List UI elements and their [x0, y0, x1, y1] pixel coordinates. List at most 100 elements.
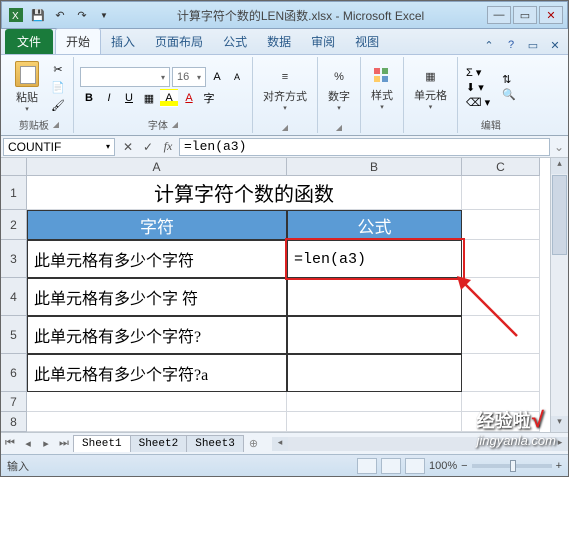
cell-b2[interactable]: 公式	[287, 210, 462, 240]
qat-dropdown-icon[interactable]: ▼	[94, 5, 114, 25]
scroll-down-icon[interactable]: ▾	[551, 416, 568, 432]
tab-insert[interactable]: 插入	[101, 29, 145, 54]
border-button[interactable]: ▦	[140, 89, 158, 107]
dialog-launcher-icon[interactable]: ◢	[336, 123, 342, 132]
row-header[interactable]: 8	[1, 412, 27, 432]
cell[interactable]	[462, 240, 540, 278]
cell[interactable]	[462, 278, 540, 316]
fill-color-button[interactable]: A	[160, 89, 178, 107]
zoom-in-icon[interactable]: +	[556, 460, 562, 472]
select-all-corner[interactable]	[1, 158, 27, 176]
phonetic-icon[interactable]: 字	[200, 89, 218, 107]
zoom-slider[interactable]	[472, 464, 552, 468]
col-header-a[interactable]: A	[27, 158, 287, 176]
window-options-icon[interactable]: ▭	[524, 36, 542, 54]
excel-icon[interactable]: X	[6, 5, 26, 25]
expand-formula-bar-icon[interactable]: ⌄	[550, 140, 568, 154]
vertical-scrollbar[interactable]: ▴ ▾	[550, 158, 568, 432]
row-header[interactable]: 5	[1, 316, 27, 354]
page-layout-view-icon[interactable]	[381, 458, 401, 474]
cell[interactable]	[287, 392, 462, 412]
col-header-c[interactable]: C	[462, 158, 540, 176]
new-sheet-icon[interactable]: ⊕	[243, 437, 264, 450]
row-header[interactable]: 1	[1, 176, 27, 210]
paste-button[interactable]: 粘贴 ▾	[11, 59, 43, 115]
row-header[interactable]: 2	[1, 210, 27, 240]
dialog-launcher-icon[interactable]: ◢	[53, 120, 59, 129]
cell-a4[interactable]: 此单元格有多少个字 符	[27, 278, 287, 316]
find-select-button[interactable]: 🔍	[502, 88, 516, 101]
enter-formula-icon[interactable]: ✓	[139, 138, 157, 156]
undo-icon[interactable]: ↶	[50, 5, 70, 25]
last-sheet-icon[interactable]: ⏭	[55, 437, 73, 450]
row-header[interactable]: 4	[1, 278, 27, 316]
row-header[interactable]: 6	[1, 354, 27, 392]
cell[interactable]	[462, 210, 540, 240]
cell-a3[interactable]: 此单元格有多少个字符	[27, 240, 287, 278]
zoom-out-icon[interactable]: −	[461, 460, 467, 472]
font-name-combo[interactable]: ▾	[80, 67, 170, 87]
first-sheet-icon[interactable]: ⏮	[1, 437, 19, 450]
fx-icon[interactable]: fx	[159, 138, 177, 156]
normal-view-icon[interactable]	[357, 458, 377, 474]
row-header[interactable]: 3	[1, 240, 27, 278]
cell[interactable]	[27, 412, 287, 432]
clear-button[interactable]: ⌫ ▾	[466, 96, 490, 109]
copy-icon[interactable]: 📄	[49, 79, 67, 95]
cell-b5[interactable]	[287, 316, 462, 354]
dialog-launcher-icon[interactable]: ◢	[282, 123, 288, 132]
sheet-tab-1[interactable]: Sheet1	[73, 435, 131, 452]
zoom-level[interactable]: 100%	[429, 460, 457, 472]
minimize-button[interactable]: —	[487, 6, 511, 24]
font-size-combo[interactable]: 16▾	[172, 67, 206, 87]
help-icon[interactable]: ?	[502, 36, 520, 54]
close-button[interactable]: ✕	[539, 6, 563, 24]
cell-a2[interactable]: 字符	[27, 210, 287, 240]
file-tab[interactable]: 文件	[5, 29, 53, 54]
page-break-view-icon[interactable]	[405, 458, 425, 474]
save-icon[interactable]: 💾	[28, 5, 48, 25]
formula-bar[interactable]: =len(a3)	[179, 138, 550, 156]
ribbon-close-icon[interactable]: ✕	[546, 36, 564, 54]
restore-button[interactable]: ▭	[513, 6, 537, 24]
scroll-thumb[interactable]	[552, 175, 567, 255]
cell[interactable]	[462, 176, 540, 210]
tab-page-layout[interactable]: 页面布局	[145, 29, 213, 54]
cell-b4[interactable]	[287, 278, 462, 316]
scroll-up-icon[interactable]: ▴	[551, 158, 568, 174]
format-painter-icon[interactable]: 🖌	[49, 97, 67, 113]
fill-button[interactable]: ⬇ ▾	[466, 81, 490, 94]
cell-b3[interactable]: =len(a3)	[287, 240, 462, 278]
cell[interactable]	[462, 316, 540, 354]
sheet-tab-2[interactable]: Sheet2	[130, 435, 188, 452]
cell-a1-merged[interactable]: 计算字符个数的函数	[27, 176, 462, 210]
font-color-button[interactable]: A	[180, 89, 198, 107]
cell[interactable]	[27, 392, 287, 412]
cells-button[interactable]: ▦ 单元格 ▾	[410, 65, 451, 113]
prev-sheet-icon[interactable]: ◂	[19, 437, 37, 450]
bold-button[interactable]: B	[80, 89, 98, 107]
italic-button[interactable]: I	[100, 89, 118, 107]
row-header[interactable]: 7	[1, 392, 27, 412]
cell-b6[interactable]	[287, 354, 462, 392]
cut-icon[interactable]: ✂	[49, 61, 67, 77]
cell[interactable]	[462, 354, 540, 392]
cell[interactable]	[462, 412, 540, 432]
tab-data[interactable]: 数据	[257, 29, 301, 54]
alignment-button[interactable]: ≡ 对齐方式 ▾	[259, 66, 311, 114]
next-sheet-icon[interactable]: ▸	[37, 437, 55, 450]
cell[interactable]	[462, 392, 540, 412]
cancel-formula-icon[interactable]: ✕	[119, 138, 137, 156]
cell[interactable]	[287, 412, 462, 432]
cell-a6[interactable]: 此单元格有多少个字符?a	[27, 354, 287, 392]
tab-review[interactable]: 审阅	[301, 29, 345, 54]
shrink-font-icon[interactable]: A	[228, 68, 246, 86]
cell-a5[interactable]: 此单元格有多少个字符?	[27, 316, 287, 354]
minimize-ribbon-icon[interactable]: ⌃	[480, 36, 498, 54]
autosum-button[interactable]: Σ ▾	[466, 66, 490, 79]
tab-home[interactable]: 开始	[55, 28, 101, 54]
redo-icon[interactable]: ↷	[72, 5, 92, 25]
col-header-b[interactable]: B	[287, 158, 462, 176]
dialog-launcher-icon[interactable]: ◢	[172, 120, 178, 129]
sort-filter-button[interactable]: ⇅	[502, 73, 516, 86]
